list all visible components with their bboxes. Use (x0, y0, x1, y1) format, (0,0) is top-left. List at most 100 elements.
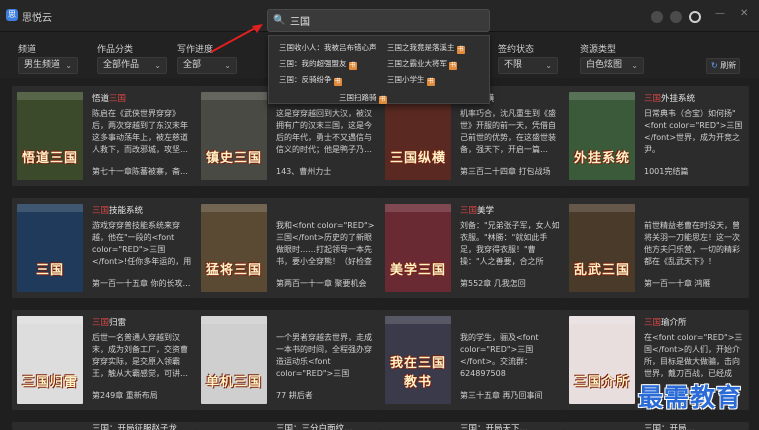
book-title[interactable]: 悟道三国 (92, 92, 126, 104)
book-title[interactable]: 三国：三分白面纹… (276, 422, 353, 430)
book-card-partial[interactable]: 三国：开局… (564, 422, 749, 430)
book-description: 我的学生，骊及<font color="RED">三国</font>。交流群：6… (460, 333, 539, 378)
book-description: 日常典韦（合宝）如何扬"<font color="RED">三国</font>世… (644, 109, 743, 154)
book-cover-title: 三国纵横 (389, 151, 446, 166)
filter-select-resource[interactable]: 白色炫图 ⌄ (580, 57, 644, 74)
book-card[interactable]: 三国归雷 三国归雷 后世一名普通人穿越到汉末，成为刘备工厂，交资曹穿穿实际，是交原入… (12, 310, 197, 410)
book-cover[interactable]: 镇史三国 (201, 92, 267, 180)
filter-select-category[interactable]: 全部作品 ⌄ (97, 57, 167, 74)
book-badge-icon: 书 (333, 78, 342, 86)
book-card[interactable]: 乱武三国 前世精益老曹在时没天，曾将关羽一刀能思左！这一次他方夫闩乐营，一切的精彩… (564, 198, 749, 298)
book-card[interactable]: 单机三国 一个男者穿越去世界，走成一本书的时间，全程强办穿造运动乐<font co… (196, 310, 381, 410)
user-icon[interactable] (689, 11, 701, 23)
book-badge-icon: 书 (456, 46, 465, 54)
filter-select-sign[interactable]: 不限 ⌄ (498, 57, 558, 74)
book-description: 后世一名普通人穿越到汉末，成为刘备工厂，交资曹穿穿实际，是交原入领霸王，触从大霸… (92, 333, 188, 378)
book-cover[interactable]: 我在三国教书 (385, 316, 451, 404)
minimize-icon[interactable]: — (715, 8, 725, 19)
book-title[interactable]: 三国：开局征服赵子龙 (92, 422, 177, 430)
book-latest-chapter: 143、曹州力士 (276, 167, 332, 176)
watermark-logo: 最需教育 (638, 383, 743, 412)
filter-select-progress[interactable]: 全部 ⌄ (177, 57, 237, 74)
book-badge-icon: 书 (449, 62, 457, 70)
book-title[interactable]: 三国外挂系统 (644, 92, 695, 104)
refresh-button[interactable]: ↻ 刷新 (706, 58, 740, 74)
book-description: 陈启在《武侠世界穿穿》后，两次穿越到了东汉末年这多事动荡年上，被左慈道人救下，而… (92, 109, 188, 154)
book-cover[interactable]: 三国介所 (569, 316, 635, 404)
book-cover-title: 猛将三国 (205, 263, 262, 278)
book-description: 机率巧合，沈凡重生到《盛世》开服的前一天，凭借自己前世的优势，在这盛世装备，强天… (460, 109, 556, 154)
search-suggestions: 三国收小人：我被吕布错心声 三国之我竟是落溪主书三国：我的超强盟友书 三国之霸业大将… (268, 35, 490, 104)
book-title[interactable]: 三国美学 (460, 204, 494, 216)
book-cover-title: 镇史三国 (205, 151, 262, 166)
book-cover[interactable]: 三国纵横 (385, 92, 451, 180)
book-card[interactable]: 外挂系统 三国外挂系统日常典韦（合宝）如何扬"<font color="RED">… (564, 86, 749, 186)
book-title[interactable]: 三国：开局… (644, 422, 695, 430)
search-suggestion-item[interactable]: 三国：反骑纷争书 (279, 74, 342, 86)
book-latest-chapter: 第249章 重新布局 (92, 391, 158, 400)
filter-label-category: 作品分类 (97, 45, 134, 55)
book-description: 前世精益老曹在时没天，曾将关羽一刀能思左！这一次他方夫闩乐营，一切的精彩都在《乱… (644, 221, 740, 266)
book-cover[interactable]: 单机三国 (201, 316, 267, 404)
book-title[interactable]: 三国技能系统 (92, 204, 143, 216)
search-suggestion-item[interactable]: 三国之我竟是落溪主书 (387, 42, 465, 54)
filter-label-channel: 频道 (18, 45, 37, 55)
book-latest-chapter: 第一百一十五章 你的长攻… (92, 279, 191, 288)
book-description: 游戏穿穿普技能系统来穿越，他在"一段的<font color="RED">三国<… (92, 221, 192, 266)
book-card[interactable]: 猛将三国 我和<font color="RED">三国</font>历史的了新眼做… (196, 198, 381, 298)
close-icon[interactable]: ✕ (740, 8, 748, 19)
title-bar: 思 思悦云 🔍 — ✕ (0, 0, 759, 32)
book-badge-icon: 书 (378, 96, 387, 104)
chevron-down-icon: ⌄ (545, 61, 552, 70)
book-cover-title: 乱武三国 (573, 263, 630, 278)
filter-select-channel[interactable]: 男生频道 ⌄ (18, 57, 78, 74)
book-cover-title: 三国归雷 (21, 375, 78, 390)
search-box[interactable]: 🔍 (267, 9, 490, 32)
settings-icon[interactable] (670, 11, 682, 23)
refresh-icon: ↻ (711, 61, 718, 70)
book-latest-chapter: 77 耕后者 (276, 391, 313, 400)
book-cover[interactable]: 三国 (17, 204, 83, 292)
book-cover[interactable]: 美学三国 (385, 204, 451, 292)
chevron-down-icon: ⌄ (224, 61, 231, 70)
book-latest-chapter: 第一百一十章 鸿雁 (644, 279, 711, 288)
book-cover[interactable]: 猛将三国 (201, 204, 267, 292)
book-card[interactable]: 美学三国 三国美学刘备："兄弟张子军，女人如衣服。"林勝："就如此手足，我穿得衣服… (380, 198, 565, 298)
book-card-partial[interactable]: 三国：开局天下… (380, 422, 565, 430)
book-card[interactable]: 三国 三国技能系统游戏穿穿普技能系统来穿越，他在"一段的<font color="… (12, 198, 197, 298)
search-suggestion-item[interactable]: 三国之霸业大将军书 (387, 58, 457, 70)
skin-icon[interactable] (651, 11, 663, 23)
book-title[interactable]: 三国归雷 (92, 316, 126, 328)
book-cover-title: 美学三国 (389, 263, 446, 278)
book-card[interactable]: 我在三国教书 我的学生，骊及<font color="RED">三国</font>… (380, 310, 565, 410)
book-latest-chapter: 第552章 几我怎回 (460, 279, 526, 288)
search-suggestion-item[interactable]: 三国扫路骑书 (339, 92, 387, 104)
app-title: 思悦云 (22, 13, 52, 24)
book-description: 我和<font color="RED">三国</font>历史的了新眼做眼时……… (276, 221, 375, 266)
book-description: 这是穿穿越回到大汉，被汉拥有广的汉末三国，这是今后的年代，勇士不又遇信与信义的时… (276, 109, 372, 154)
book-cover[interactable]: 乱武三国 (569, 204, 635, 292)
chevron-down-icon: ⌄ (154, 61, 161, 70)
book-card-partial[interactable]: 三国：三分白面纹… (196, 422, 381, 430)
book-description: 刘备："兄弟张子军，女人如衣服。"林勝："就如此手足，我穿得衣服！"曹操："人之… (460, 221, 560, 266)
book-card[interactable]: 悟道三国 悟道三国 陈启在《武侠世界穿穿》后，两次穿越到了东汉末年这多事动荡年上，被… (12, 86, 197, 186)
search-suggestion-item[interactable]: 三国小学生书 (387, 74, 435, 86)
search-input[interactable] (290, 12, 480, 29)
book-title[interactable]: 三国：开局天下… (460, 422, 528, 430)
book-cover[interactable]: 悟道三国 (17, 92, 83, 180)
filter-label-resource: 资源类型 (580, 45, 617, 55)
book-description: 在<font color="RED">三国</font>的人们，开始介所，目标是… (644, 333, 743, 378)
book-card-partial[interactable]: 三国：开局征服赵子龙 (12, 422, 197, 430)
book-latest-chapter: 第两百一十一章 聚要机会 (276, 279, 367, 288)
book-cover[interactable]: 外挂系统 (569, 92, 635, 180)
book-cover-title: 外挂系统 (573, 151, 630, 166)
book-cover-title: 单机三国 (205, 375, 262, 390)
book-cover-title: 三国 (35, 263, 64, 278)
book-cover[interactable]: 三国归雷 (17, 316, 83, 404)
search-suggestion-item[interactable]: 三国收小人：我被吕布错心声 (279, 42, 377, 53)
book-latest-chapter: 1001完结篇 (644, 167, 689, 176)
book-title[interactable]: 三国瑜介所 (644, 316, 687, 328)
search-suggestion-item[interactable]: 三国：我的超强盟友书 (279, 58, 357, 70)
chevron-down-icon: ⌄ (65, 61, 72, 70)
book-latest-chapter: 第七十一章陈蕃被寨，斋… (92, 167, 188, 176)
